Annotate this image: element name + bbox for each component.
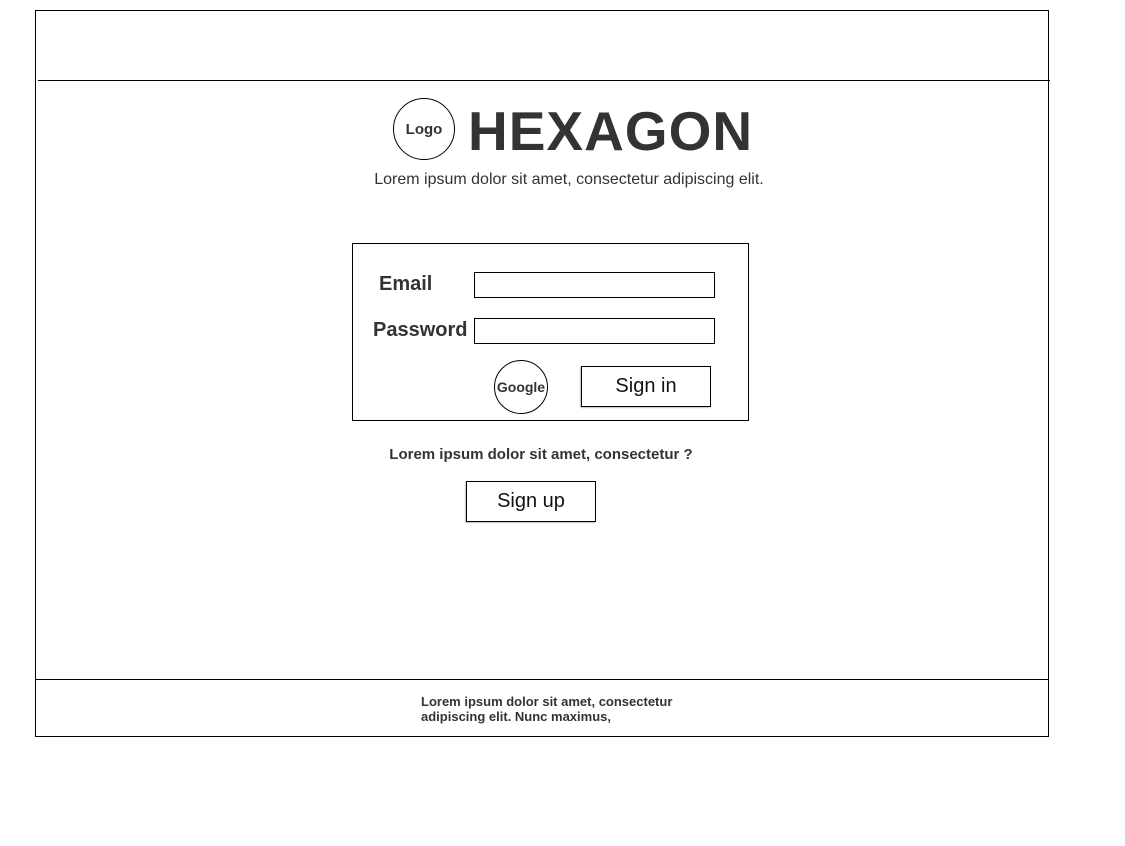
tagline: Lorem ipsum dolor sit amet, consectetur … (374, 171, 764, 188)
logo-label: Logo (405, 120, 443, 138)
google-button-label: Google (496, 379, 546, 395)
email-label: Email (379, 273, 433, 295)
signup-button-label: Sign up (497, 490, 565, 512)
signup-button[interactable]: Sign up (466, 481, 596, 522)
brand-title: HEXAGON (468, 100, 754, 162)
signup-prompt: Lorem ipsum dolor sit amet, consectetur … (389, 446, 693, 463)
logo: Logo (393, 98, 455, 160)
password-label: Password (373, 319, 468, 341)
password-field[interactable] (474, 318, 715, 344)
footer-line-2: adipiscing elit. Nunc maximus, (421, 709, 611, 724)
signin-button-label: Sign in (615, 375, 677, 397)
footer-divider (35, 679, 1048, 680)
google-signin-button[interactable]: Google (494, 360, 548, 414)
footer-line-1: Lorem ipsum dolor sit amet, consectetur (421, 694, 673, 709)
footer-text: Lorem ipsum dolor sit amet, consectetur … (421, 694, 701, 724)
header-divider (38, 80, 1050, 81)
email-field[interactable] (474, 272, 715, 298)
signin-button[interactable]: Sign in (581, 366, 711, 407)
